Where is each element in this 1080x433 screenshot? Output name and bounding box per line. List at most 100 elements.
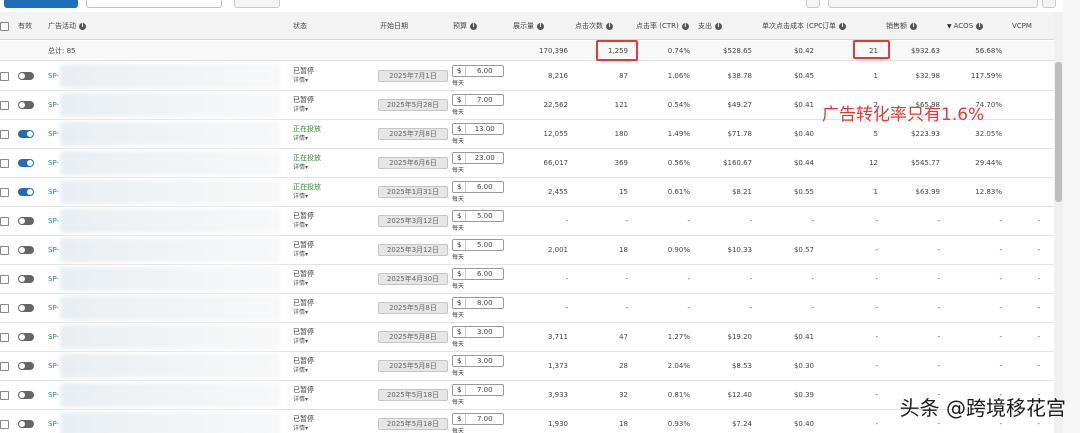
campaign-link[interactable]: SP- bbox=[48, 188, 59, 196]
campaign-link[interactable]: SP- bbox=[48, 420, 59, 428]
campaign-link-cell[interactable]: SP- bbox=[48, 352, 59, 380]
budget-input[interactable]: $5.00 bbox=[452, 239, 504, 251]
info-icon[interactable]: i bbox=[976, 22, 984, 30]
active-toggle[interactable] bbox=[18, 362, 34, 370]
active-toggle[interactable] bbox=[18, 275, 34, 283]
budget-input[interactable]: $3.00 bbox=[452, 326, 504, 338]
budget-input[interactable]: $23.00 bbox=[452, 152, 504, 164]
campaign-link[interactable]: SP- bbox=[48, 391, 59, 399]
budget-input[interactable]: $7.00 bbox=[452, 384, 504, 396]
toggle-cell[interactable] bbox=[18, 120, 34, 148]
campaign-link[interactable]: SP- bbox=[48, 72, 59, 80]
detail-dropdown[interactable]: 详情▾ bbox=[293, 424, 314, 433]
toggle-cell[interactable] bbox=[18, 352, 34, 380]
campaign-link-cell[interactable]: SP- bbox=[48, 265, 59, 293]
row-select-cell[interactable] bbox=[0, 352, 9, 380]
row-checkbox[interactable] bbox=[0, 361, 9, 371]
toggle-cell[interactable] bbox=[18, 381, 34, 409]
header-budget[interactable]: 预算 i bbox=[453, 12, 477, 40]
toggle-cell[interactable] bbox=[18, 62, 34, 90]
info-icon[interactable]: i bbox=[537, 22, 544, 30]
row-select-cell[interactable] bbox=[0, 323, 9, 351]
row-checkbox[interactable] bbox=[0, 332, 9, 342]
campaign-link[interactable]: SP- bbox=[48, 362, 59, 370]
header-status[interactable]: 状态 bbox=[293, 12, 307, 40]
header-cpc[interactable]: 单次点击成本 (CPC) bbox=[762, 12, 822, 40]
active-toggle[interactable] bbox=[18, 391, 34, 399]
campaign-link[interactable]: SP- bbox=[48, 130, 59, 138]
header-orders[interactable]: 订单 i bbox=[822, 12, 846, 40]
budget-input[interactable]: $6.00 bbox=[452, 268, 504, 280]
budget-input[interactable]: $6.00 bbox=[452, 65, 504, 77]
budget-input[interactable]: $8.00 bbox=[452, 297, 504, 309]
detail-dropdown[interactable]: 详情▾ bbox=[293, 366, 314, 376]
row-select-cell[interactable] bbox=[0, 91, 9, 119]
toggle-cell[interactable] bbox=[18, 207, 34, 235]
toggle-cell[interactable] bbox=[18, 91, 34, 119]
header-spend[interactable]: 支出 i bbox=[698, 12, 722, 40]
sort-down-icon[interactable]: ▼ bbox=[947, 23, 952, 30]
row-select-cell[interactable] bbox=[0, 62, 9, 90]
detail-dropdown[interactable]: 详情▾ bbox=[293, 395, 314, 405]
active-toggle[interactable] bbox=[18, 333, 34, 341]
row-select-cell[interactable] bbox=[0, 149, 9, 177]
budget-input[interactable]: $7.00 bbox=[452, 94, 504, 106]
info-icon[interactable]: i bbox=[681, 22, 689, 30]
detail-dropdown[interactable]: 详情▾ bbox=[293, 163, 321, 173]
active-toggle[interactable] bbox=[18, 130, 34, 138]
detail-dropdown[interactable]: 详情▾ bbox=[293, 134, 321, 144]
active-toggle[interactable] bbox=[18, 72, 34, 80]
row-select-cell[interactable] bbox=[0, 178, 9, 206]
toggle-cell[interactable] bbox=[18, 294, 34, 322]
active-toggle[interactable] bbox=[18, 159, 34, 167]
detail-dropdown[interactable]: 详情▾ bbox=[293, 76, 314, 86]
campaign-link-cell[interactable]: SP- bbox=[48, 323, 59, 351]
row-checkbox[interactable] bbox=[0, 100, 9, 110]
budget-input[interactable]: $13.00 bbox=[452, 123, 504, 135]
budget-input[interactable]: $6.00 bbox=[452, 181, 504, 193]
campaign-link[interactable]: SP- bbox=[48, 159, 59, 167]
campaign-link[interactable]: SP- bbox=[48, 246, 59, 254]
toggle-cell[interactable] bbox=[18, 265, 34, 293]
toolbar-button-b[interactable] bbox=[1042, 0, 1056, 8]
active-toggle[interactable] bbox=[18, 246, 34, 254]
row-checkbox[interactable] bbox=[0, 129, 9, 139]
select-all-checkbox[interactable] bbox=[0, 21, 9, 31]
header-sales[interactable]: 销售额 i bbox=[886, 12, 917, 40]
header-vcpm[interactable]: VCPM bbox=[1012, 12, 1032, 40]
row-select-cell[interactable] bbox=[0, 294, 9, 322]
toggle-cell[interactable] bbox=[18, 149, 34, 177]
date-range-picker[interactable] bbox=[828, 0, 1038, 8]
budget-input[interactable]: $5.00 bbox=[452, 210, 504, 222]
info-icon[interactable]: i bbox=[715, 22, 722, 30]
search-input[interactable] bbox=[86, 0, 222, 8]
active-toggle[interactable] bbox=[18, 420, 34, 428]
toggle-cell[interactable] bbox=[18, 323, 34, 351]
row-select-cell[interactable] bbox=[0, 207, 9, 235]
create-campaign-button[interactable] bbox=[4, 0, 78, 8]
active-toggle[interactable] bbox=[18, 101, 34, 109]
campaign-link[interactable]: SP- bbox=[48, 333, 59, 341]
detail-dropdown[interactable]: 详情▾ bbox=[293, 308, 314, 318]
campaign-link-cell[interactable]: SP- bbox=[48, 236, 59, 264]
header-campaign[interactable]: 广告活动 i bbox=[48, 12, 86, 40]
campaign-link[interactable]: SP- bbox=[48, 275, 59, 283]
campaign-link-cell[interactable]: SP- bbox=[48, 62, 59, 90]
row-select-cell[interactable] bbox=[0, 236, 9, 264]
campaign-link[interactable]: SP- bbox=[48, 217, 59, 225]
active-toggle[interactable] bbox=[18, 217, 34, 225]
row-checkbox[interactable] bbox=[0, 216, 9, 226]
campaign-link-cell[interactable]: SP- bbox=[48, 207, 59, 235]
header-active[interactable]: 有效 bbox=[18, 12, 32, 40]
row-checkbox[interactable] bbox=[0, 71, 9, 81]
row-checkbox[interactable] bbox=[0, 303, 9, 313]
row-select-cell[interactable] bbox=[0, 410, 9, 433]
campaign-link-cell[interactable]: SP- bbox=[48, 178, 59, 206]
row-checkbox[interactable] bbox=[0, 187, 9, 197]
campaign-link-cell[interactable]: SP- bbox=[48, 294, 59, 322]
toolbar-button-a[interactable] bbox=[806, 0, 820, 8]
info-icon[interactable]: i bbox=[606, 22, 613, 30]
row-select-cell[interactable] bbox=[0, 120, 9, 148]
header-ctr[interactable]: 点击率 (CTR) i bbox=[636, 12, 689, 40]
budget-input[interactable]: $3.00 bbox=[452, 355, 504, 367]
